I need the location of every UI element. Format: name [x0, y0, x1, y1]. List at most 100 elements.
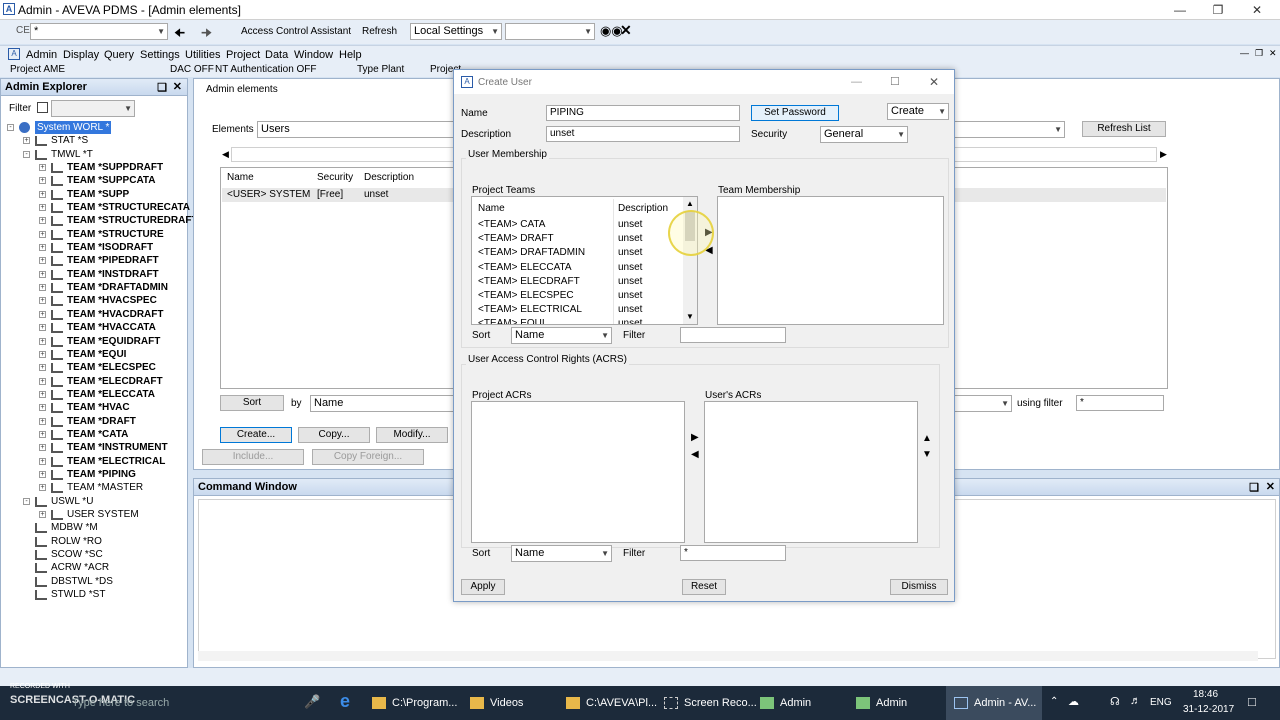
taskbar-item-program[interactable]: C:\Program...: [372, 686, 457, 720]
scroll-up-icon[interactable]: ▲: [686, 199, 694, 208]
apply-button[interactable]: Apply: [461, 579, 505, 595]
tree-node[interactable]: + TEAM *HVACDRAFT: [3, 308, 187, 321]
expand-icon[interactable]: +: [39, 404, 46, 412]
tree-node[interactable]: + TEAM *STRUCTUREDRAFT: [3, 214, 198, 227]
pin-icon[interactable]: ❏: [157, 81, 167, 94]
menu-query[interactable]: Query: [104, 49, 134, 61]
expand-icon[interactable]: +: [39, 470, 46, 478]
tree-node[interactable]: + TEAM *CATA: [3, 428, 187, 441]
tree-node[interactable]: + TEAM *SUPPCATA: [3, 174, 187, 187]
create-button[interactable]: Create...: [220, 427, 292, 443]
move-down-arrow-icon[interactable]: ▼: [922, 450, 932, 460]
menu-settings[interactable]: Settings: [140, 49, 180, 61]
team-filter-input[interactable]: [680, 327, 786, 343]
expand-icon[interactable]: +: [39, 177, 46, 185]
clock-time[interactable]: 18:46: [1193, 689, 1218, 700]
tree-node[interactable]: MDBW *M: [3, 521, 187, 534]
list-item[interactable]: <TEAM> ELECDRAFT unset: [472, 275, 684, 289]
copy-button[interactable]: Copy...: [298, 427, 370, 443]
collapse-icon[interactable]: -: [7, 124, 14, 131]
collapse-icon[interactable]: -: [23, 497, 30, 505]
expand-icon[interactable]: +: [39, 390, 46, 398]
edge-icon[interactable]: e: [340, 691, 350, 712]
menu-help[interactable]: Help: [339, 49, 362, 61]
sort-button[interactable]: Sort: [220, 395, 284, 411]
clock-date[interactable]: 31-12-2017: [1183, 704, 1234, 715]
dismiss-button[interactable]: Dismiss: [890, 579, 948, 595]
expand-icon[interactable]: +: [39, 297, 46, 305]
expand-icon[interactable]: +: [39, 217, 46, 225]
mdi-minimize-icon[interactable]: —: [1240, 48, 1249, 58]
acr-filter-input[interactable]: *: [680, 545, 786, 561]
list-item[interactable]: <TEAM> DRAFTADMIN unset: [472, 246, 684, 260]
taskbar-item-aveva-folder[interactable]: C:\AVEVA\Pl...: [566, 686, 657, 720]
tree-node[interactable]: + TEAM *SUPPDRAFT: [3, 161, 187, 174]
tree-node[interactable]: + TEAM *HVAC: [3, 401, 187, 414]
panel-close-icon[interactable]: ✕: [1266, 480, 1275, 493]
scroll-right-icon[interactable]: ▶: [1160, 149, 1167, 160]
tree-node[interactable]: + TEAM *STRUCTURE: [3, 228, 187, 241]
explorer-filter-combo[interactable]: ▼: [51, 100, 135, 117]
taskbar-item-admin-1[interactable]: Admin: [760, 686, 811, 720]
remove-acr-arrow-icon[interactable]: ◀: [691, 450, 699, 460]
dialog-maximize-icon[interactable]: ☐: [890, 75, 900, 88]
move-up-arrow-icon[interactable]: ▲: [922, 434, 932, 444]
expand-icon[interactable]: +: [39, 510, 46, 518]
expand-icon[interactable]: +: [39, 364, 46, 372]
tree-node[interactable]: + USER SYSTEM: [3, 508, 187, 521]
tree-node[interactable]: + TEAM *SUPP: [3, 188, 187, 201]
menu-data[interactable]: Data: [265, 49, 288, 61]
mode-combo[interactable]: Create ▼: [887, 103, 949, 120]
expand-icon[interactable]: +: [39, 204, 46, 212]
copy-foreign-button[interactable]: Copy Foreign...: [312, 449, 424, 465]
expand-icon[interactable]: +: [39, 484, 46, 492]
include-button[interactable]: Include...: [202, 449, 304, 465]
tree-node[interactable]: - TMWL *T: [3, 148, 187, 161]
tree-node[interactable]: + STAT *S: [3, 134, 187, 147]
tree-node[interactable]: + TEAM *DRAFTADMIN: [3, 281, 187, 294]
tree-node[interactable]: STWLD *ST: [3, 588, 187, 601]
expand-icon[interactable]: +: [39, 430, 46, 438]
collapse-icon[interactable]: -: [23, 150, 30, 158]
list-item[interactable]: <TEAM> EQUI unset: [472, 317, 684, 324]
expand-icon[interactable]: +: [39, 190, 46, 198]
expand-icon[interactable]: +: [39, 244, 46, 252]
menu-admin[interactable]: Admin: [26, 49, 57, 61]
settings-value-combo[interactable]: ▼: [505, 23, 595, 40]
dialog-minimize-icon[interactable]: —: [851, 76, 862, 88]
back-arrow-icon[interactable]: 🠈: [174, 24, 185, 45]
team-column-description[interactable]: Description: [618, 203, 668, 214]
tree-node[interactable]: + TEAM *STRUCTURECATA: [3, 201, 190, 214]
expand-icon[interactable]: +: [39, 230, 46, 238]
restore-button[interactable]: ❐: [1199, 0, 1237, 20]
tree-node[interactable]: - System WORL *: [3, 121, 187, 134]
team-membership-list[interactable]: [717, 196, 944, 325]
panel-close-icon[interactable]: ✕: [173, 80, 182, 93]
filter-input[interactable]: *: [1076, 395, 1164, 411]
mdi-close-icon[interactable]: ✕: [1269, 48, 1277, 59]
expand-icon[interactable]: +: [39, 324, 46, 332]
tree-node[interactable]: ACRW *ACR: [3, 561, 187, 574]
expand-icon[interactable]: +: [39, 257, 46, 265]
expand-icon[interactable]: +: [39, 444, 46, 452]
list-item[interactable]: <TEAM> ELECTRICAL unset: [472, 303, 684, 317]
tree-node[interactable]: + TEAM *DRAFT: [3, 415, 187, 428]
onedrive-icon[interactable]: ☁: [1068, 695, 1079, 708]
user-acrs-list[interactable]: [704, 401, 918, 543]
taskbar-item-admin-2[interactable]: Admin: [856, 686, 907, 720]
description-input[interactable]: unset: [546, 126, 740, 142]
dialog-close-icon[interactable]: ✕: [929, 75, 939, 89]
network-icon[interactable]: ☊: [1110, 695, 1120, 708]
volume-icon[interactable]: ♬: [1130, 695, 1141, 707]
app-menu-icon[interactable]: A: [8, 48, 20, 60]
list-item[interactable]: <TEAM> CATA unset: [472, 218, 684, 232]
local-settings-combo[interactable]: Local Settings ▼: [410, 23, 502, 40]
tree-node[interactable]: SCOW *SC: [3, 548, 187, 561]
team-sort-combo[interactable]: Name ▼: [511, 327, 612, 344]
list-item[interactable]: <TEAM> DRAFT unset: [472, 232, 684, 246]
expand-icon[interactable]: +: [39, 350, 46, 358]
scroll-down-icon[interactable]: ▼: [686, 312, 694, 321]
tree-node[interactable]: + TEAM *EQUI: [3, 348, 187, 361]
language-indicator[interactable]: ENG: [1150, 697, 1172, 708]
taskbar-item-screen-recorder[interactable]: Screen Reco...: [664, 686, 757, 720]
